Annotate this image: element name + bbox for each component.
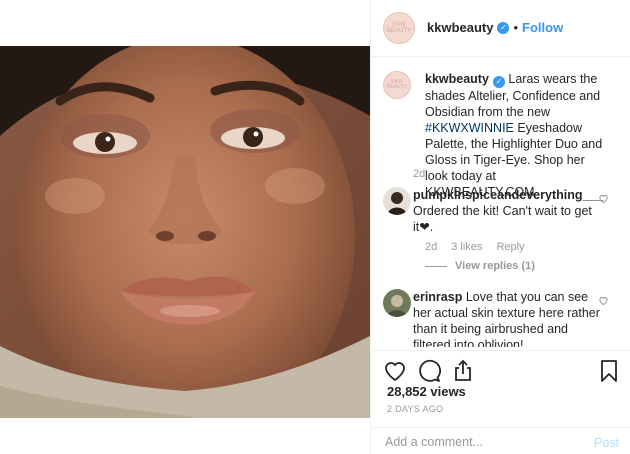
caption-username[interactable]: kkwbeauty xyxy=(425,72,489,86)
comment-username[interactable]: erinrasp xyxy=(413,290,462,304)
separator-dot: • xyxy=(513,20,519,35)
post-sidebar: KKW BEAUTY kkwbeauty ✓ • Follow KKW BEAU… xyxy=(370,0,630,454)
post-comment-button[interactable]: Post xyxy=(594,436,619,450)
comments-list: KKW BEAUTY kkwbeauty ✓ Laras wears the sh… xyxy=(371,57,630,347)
like-comment-heart-icon[interactable] xyxy=(598,193,609,204)
account-username[interactable]: kkwbeauty xyxy=(427,20,493,35)
like-comment-heart-icon[interactable] xyxy=(598,295,609,306)
action-icons xyxy=(383,359,475,383)
post-actions: 28,852 views 2 DAYS AGO xyxy=(371,350,630,430)
post-photo[interactable] xyxy=(0,46,370,418)
caption-avatar[interactable]: KKW BEAUTY xyxy=(383,71,411,99)
add-comment-bar: Post xyxy=(371,427,630,454)
view-replies-button[interactable]: View replies (1) xyxy=(455,260,535,272)
caption-text: kkwbeauty ✓ Laras wears the shades Alteli… xyxy=(425,71,605,200)
post-header: KKW BEAUTY kkwbeauty ✓ • Follow xyxy=(371,0,630,55)
comment-likes[interactable]: 3 likes xyxy=(451,241,482,253)
comment-item: pumpkinspiceandeverything___ Ordered the… xyxy=(383,187,623,234)
portrait-image xyxy=(0,46,370,418)
comment-text: erinrasp Love that you can see her actua… xyxy=(413,289,601,347)
commenter-avatar[interactable] xyxy=(383,289,411,317)
caption-age: 2d xyxy=(413,168,426,180)
view-count[interactable]: 28,852 views xyxy=(387,384,466,399)
bookmark-icon[interactable] xyxy=(599,359,619,386)
comment-item: erinrasp Love that you can see her actua… xyxy=(383,289,623,347)
commenter-avatar[interactable] xyxy=(383,187,411,215)
comment-age: 2d xyxy=(425,241,438,253)
follow-button[interactable]: Follow xyxy=(522,20,563,35)
instagram-post: KKW BEAUTY kkwbeauty ✓ • Follow KKW BEAU… xyxy=(0,0,630,454)
comment-text: pumpkinspiceandeverything___ Ordered the… xyxy=(413,187,603,235)
heart-icon[interactable] xyxy=(383,359,407,383)
comment-icon[interactable] xyxy=(417,359,441,383)
replies-line xyxy=(425,266,447,267)
account-avatar[interactable]: KKW BEAUTY xyxy=(383,11,415,44)
post-timestamp: 2 DAYS AGO xyxy=(387,404,444,414)
comment-body: Ordered the kit! Can't wait to get it❤. xyxy=(413,204,592,234)
verified-badge-icon: ✓ xyxy=(497,21,510,34)
comment-meta: 2d 3 likes Reply xyxy=(425,241,539,253)
verified-badge-icon: ✓ xyxy=(492,76,505,88)
add-comment-input[interactable] xyxy=(385,435,575,449)
share-icon[interactable] xyxy=(451,359,475,383)
reply-button[interactable]: Reply xyxy=(496,241,524,253)
comment-username[interactable]: pumpkinspiceandeverything___ xyxy=(413,188,603,202)
hashtag-link[interactable]: #KKWXWINNIE xyxy=(425,121,514,135)
